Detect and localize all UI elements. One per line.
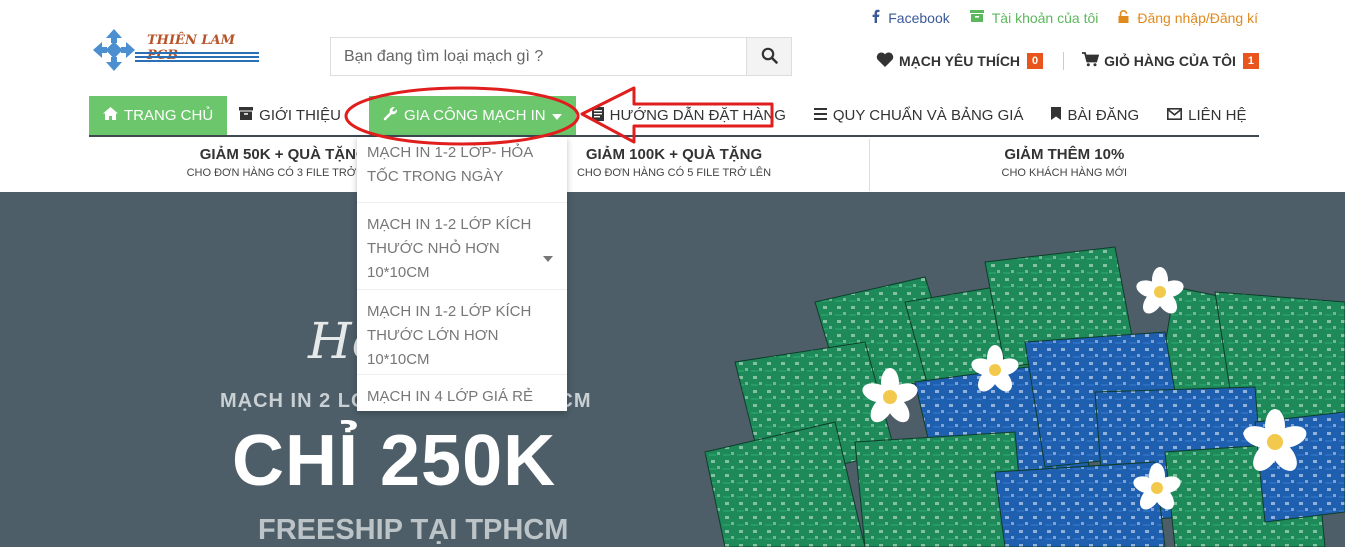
pcb-services-dropdown: MẠCH IN 1-2 LỚP- HỎA TỐC TRONG NGÀY MẠCH… bbox=[357, 137, 567, 411]
nav-item-pcb-services[interactable]: GIA CÔNG MẠCH IN bbox=[368, 96, 576, 135]
login-label: Đăng nhập/Đăng kí bbox=[1137, 9, 1258, 26]
search-button[interactable] bbox=[746, 38, 791, 75]
nav-item-label: QUY CHUẨN VÀ BẢNG GIÁ bbox=[832, 107, 1024, 124]
lock-icon bbox=[1118, 9, 1129, 26]
dropdown-item-line: 10*10CM bbox=[367, 351, 430, 368]
account-label: Tài khoản của tôi bbox=[991, 9, 1099, 26]
cart-count-badge: 1 bbox=[1242, 53, 1259, 69]
search-icon bbox=[761, 47, 778, 67]
cart-link[interactable]: GIỎ HÀNG CỦA TÔI 1 bbox=[1082, 52, 1259, 70]
dropdown-item[interactable]: MẠCH IN 4 LỚP GIÁ RẺ bbox=[357, 375, 567, 409]
nav-item-label: GIỚI THIỆU bbox=[259, 107, 341, 124]
dropdown-item[interactable]: MẠCH IN 1-2 LỚP KÍCH THƯỚC LỚN HƠN 10*10… bbox=[357, 290, 567, 375]
login-link[interactable]: Đăng nhập/Đăng kí bbox=[1118, 9, 1258, 26]
nav-item-label: BÀI ĐĂNG bbox=[1067, 107, 1140, 124]
promo-card: GIẢM THÊM 10% CHO KHÁCH HÀNG MỚI bbox=[870, 139, 1259, 191]
hero-shipping: FREESHIP TẠI TPHCM bbox=[258, 514, 569, 546]
nav-item-label: GIA CÔNG MẠCH IN bbox=[403, 107, 546, 124]
pcb-illustration bbox=[704, 246, 1345, 547]
header-actions: MẠCH YÊU THÍCH 0 GIỎ HÀNG CỦA TÔI 1 bbox=[876, 52, 1259, 70]
nav-item-label: TRANG CHỦ bbox=[124, 107, 214, 124]
home-icon bbox=[103, 107, 118, 124]
dropdown-item-line: MẠCH IN 1-2 LỚP KÍCH bbox=[367, 303, 532, 320]
logo-arrows-icon bbox=[92, 28, 136, 77]
promo-subtitle: CHO KHÁCH HÀNG MỚI bbox=[1001, 167, 1128, 179]
archive-icon bbox=[239, 107, 254, 124]
wrench-icon bbox=[383, 106, 398, 125]
hero-banner[interactable]: Ho MẠCH IN 2 LỚ 10CM CHỈ 250K FREESHIP T… bbox=[0, 192, 1345, 547]
cart-icon bbox=[1082, 52, 1100, 70]
hero-headline-start: MẠCH IN 2 LỚ bbox=[220, 390, 370, 412]
dropdown-item-line: MẠCH IN 1-2 LỚP- HỎA bbox=[367, 144, 534, 161]
doc-icon bbox=[591, 106, 604, 125]
wishlist-label: MẠCH YÊU THÍCH bbox=[898, 53, 1021, 69]
envelope-icon bbox=[1167, 107, 1183, 124]
dropdown-item-line: THƯỚC NHỎ HƠN bbox=[367, 240, 500, 257]
logo-underline bbox=[135, 52, 259, 64]
nav-item-posts[interactable]: BÀI ĐĂNG bbox=[1039, 96, 1151, 135]
dropdown-item-line: 10*10CM bbox=[367, 264, 430, 281]
bookmark-icon bbox=[1051, 107, 1062, 124]
site-logo[interactable]: THIÊN LAM PCB bbox=[89, 27, 261, 73]
dropdown-item[interactable]: MẠCH IN 1-2 LỚP KÍCH THƯỚC NHỎ HƠN 10*10… bbox=[357, 203, 567, 290]
nav-item-pricing[interactable]: QUY CHUẨN VÀ BẢNG GIÁ bbox=[802, 96, 1036, 135]
dropdown-item-line: TỐC TRONG NGÀY bbox=[367, 168, 504, 185]
cart-label: GIỎ HÀNG CỦA TÔI bbox=[1104, 53, 1236, 69]
facebook-link[interactable]: Facebook bbox=[871, 9, 950, 26]
main-nav: TRANG CHỦ GIỚI THIỆU GIA CÔNG MẠCH IN HƯ… bbox=[89, 96, 1259, 137]
nav-item-label: LIÊN HỆ bbox=[1188, 107, 1247, 124]
nav-item-about[interactable]: GIỚI THIỆU bbox=[227, 96, 353, 135]
header-divider bbox=[1063, 52, 1065, 70]
facebook-label: Facebook bbox=[888, 9, 950, 26]
promo-title: GIẢM THÊM 10% bbox=[1004, 146, 1125, 163]
dropdown-item-line: MẠCH IN 1-2 LỚP KÍCH bbox=[367, 216, 532, 233]
caret-down-icon bbox=[551, 107, 562, 124]
wishlist-count-badge: 0 bbox=[1027, 53, 1044, 69]
wishlist-link[interactable]: MẠCH YÊU THÍCH 0 bbox=[876, 52, 1044, 70]
caret-down-icon[interactable] bbox=[543, 246, 553, 270]
nav-item-order-guide[interactable]: HƯỚNG DẪN ĐẶT HÀNG bbox=[580, 96, 798, 135]
promo-strip: GIẢM 50K + QUÀ TẶNG CHO ĐƠN HÀNG CÓ 3 FI… bbox=[89, 139, 1259, 191]
nav-item-label: HƯỚNG DẪN ĐẶT HÀNG bbox=[609, 107, 786, 124]
facebook-icon bbox=[871, 9, 880, 26]
dropdown-item-line: MẠCH IN 4 LỚP GIÁ RẺ bbox=[367, 388, 533, 405]
heart-icon bbox=[876, 52, 894, 70]
nav-item-home[interactable]: TRANG CHỦ bbox=[89, 96, 228, 135]
account-icon bbox=[969, 10, 984, 25]
hero-price: CHỈ 250K bbox=[232, 421, 557, 501]
dropdown-item[interactable]: MẠCH IN 1-2 LỚP- HỎA TỐC TRONG NGÀY bbox=[357, 141, 567, 203]
search-bar bbox=[330, 37, 792, 76]
top-links: Facebook Tài khoản của tôi Đăng nhập/Đăn… bbox=[871, 9, 1258, 26]
dropdown-item-line: THƯỚC LỚN HƠN bbox=[367, 327, 499, 344]
list-icon bbox=[813, 107, 827, 124]
search-input[interactable] bbox=[331, 38, 746, 75]
account-link[interactable]: Tài khoản của tôi bbox=[969, 9, 1099, 26]
nav-item-contact[interactable]: LIÊN HỆ bbox=[1155, 96, 1258, 135]
